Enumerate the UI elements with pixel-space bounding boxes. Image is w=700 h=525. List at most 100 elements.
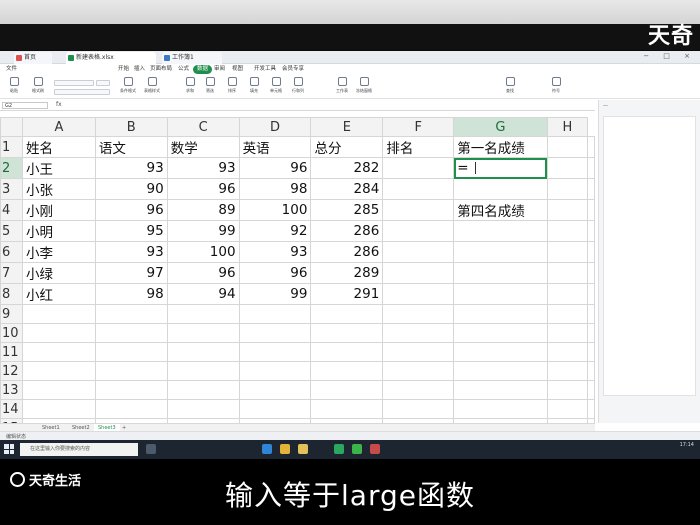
cell-H8[interactable] xyxy=(546,283,589,305)
cell-overflow[interactable] xyxy=(587,304,595,324)
cell-A4[interactable]: 小刚 xyxy=(21,199,96,221)
cell-G3[interactable] xyxy=(453,178,548,200)
rows-cols-button[interactable]: 行和列 xyxy=(288,77,308,97)
column-header[interactable]: A xyxy=(21,117,96,137)
cell-overflow[interactable] xyxy=(587,199,595,221)
cell-B7[interactable]: 97 xyxy=(94,262,168,284)
cell-C7[interactable]: 96 xyxy=(166,262,240,284)
cell-overflow[interactable] xyxy=(587,399,595,419)
cell-E10[interactable] xyxy=(310,323,384,343)
cell-D1[interactable]: 英语 xyxy=(238,136,312,158)
cell-G12[interactable] xyxy=(453,361,548,381)
column-header[interactable]: E xyxy=(310,117,384,137)
cell-overflow[interactable] xyxy=(587,342,595,362)
cell-A8[interactable]: 小红 xyxy=(21,283,96,305)
row-header[interactable]: 6 xyxy=(0,241,23,263)
cell-A10[interactable] xyxy=(21,323,96,343)
menu-formula[interactable]: 公式 xyxy=(178,64,189,75)
cell-F13[interactable] xyxy=(382,380,455,400)
sum-button[interactable]: 求和 xyxy=(180,77,200,97)
cell-A9[interactable] xyxy=(21,304,96,324)
sort-button[interactable]: 排序 xyxy=(222,77,242,97)
row-header[interactable]: 3 xyxy=(0,178,23,200)
menu-file[interactable]: 文件 xyxy=(6,64,17,75)
cell-overflow[interactable] xyxy=(587,241,595,263)
row-header[interactable]: 2 xyxy=(0,157,23,179)
cell-G2[interactable]: = xyxy=(453,157,548,179)
worksheet-grid[interactable]: A B C D E F G H 1 姓名 语文 数学 英语 总分 排名 第一名成绩 2 小王 93 9… xyxy=(0,117,595,423)
menu-page-layout[interactable]: 页面布局 xyxy=(150,64,172,75)
fx-icon[interactable]: fx xyxy=(56,101,62,108)
cell-F3[interactable] xyxy=(382,178,455,200)
cell-B4[interactable]: 96 xyxy=(94,199,168,221)
cell-F8[interactable] xyxy=(382,283,455,305)
column-header-selected[interactable]: G xyxy=(453,117,548,137)
task-view-icon[interactable] xyxy=(146,444,156,454)
cell-overflow[interactable] xyxy=(587,361,595,381)
cell-button[interactable]: 单元格 xyxy=(266,77,286,97)
cell-F2[interactable] xyxy=(382,157,455,179)
cell-E7[interactable]: 289 xyxy=(310,262,384,284)
cell-overflow[interactable] xyxy=(587,220,595,242)
row-header[interactable]: 4 xyxy=(0,199,23,221)
taskbar-search-input[interactable]: 在这里输入你要搜索的内容 xyxy=(20,443,138,456)
cell-G7[interactable] xyxy=(453,262,548,284)
cell-A7[interactable]: 小绿 xyxy=(21,262,96,284)
cell-A6[interactable]: 小李 xyxy=(21,241,96,263)
cell-F12[interactable] xyxy=(382,361,455,381)
format-painter-button[interactable]: 格式刷 xyxy=(28,77,48,97)
cell-F4[interactable] xyxy=(382,199,455,221)
edge-icon[interactable] xyxy=(262,444,272,454)
cell-B1[interactable]: 语文 xyxy=(94,136,168,158)
cell-G10[interactable] xyxy=(453,323,548,343)
row-header[interactable]: 9 xyxy=(0,304,23,324)
cell-H12[interactable] xyxy=(546,361,589,381)
cell-D4[interactable]: 100 xyxy=(238,199,312,221)
cell-D6[interactable]: 93 xyxy=(238,241,312,263)
cell-G11[interactable] xyxy=(453,342,548,362)
cell-overflow[interactable] xyxy=(587,136,595,158)
cell-E12[interactable] xyxy=(310,361,384,381)
cell-B3[interactable]: 90 xyxy=(94,178,168,200)
cell-H10[interactable] xyxy=(546,323,589,343)
windows-start-icon[interactable] xyxy=(4,444,14,454)
cell-E2[interactable]: 282 xyxy=(310,157,384,179)
cell-D10[interactable] xyxy=(238,323,312,343)
tab-spreadsheet[interactable]: 新建表格.xlsx xyxy=(66,52,156,64)
cell-E3[interactable]: 284 xyxy=(310,178,384,200)
menu-data[interactable]: 数据 xyxy=(193,65,213,74)
table-style-button[interactable]: 表格样式 xyxy=(142,77,162,97)
cell-G14[interactable] xyxy=(453,399,548,419)
tab-workbook[interactable]: 工作簿1 xyxy=(162,52,222,64)
cell-A14[interactable] xyxy=(21,399,96,419)
row-header[interactable]: 7 xyxy=(0,262,23,284)
cell-H6[interactable] xyxy=(546,241,589,263)
cell-F1[interactable]: 排名 xyxy=(382,136,455,158)
cell-C11[interactable] xyxy=(166,342,240,362)
cell-E5[interactable]: 286 xyxy=(310,220,384,242)
cell-B5[interactable]: 95 xyxy=(94,220,168,242)
cell-B11[interactable] xyxy=(94,342,168,362)
column-header[interactable]: D xyxy=(238,117,312,137)
row-header[interactable]: 11 xyxy=(0,342,23,362)
cell-A11[interactable] xyxy=(21,342,96,362)
cell-D9[interactable] xyxy=(238,304,312,324)
cell-H14[interactable] xyxy=(546,399,589,419)
cell-overflow[interactable] xyxy=(587,283,595,305)
cell-overflow[interactable] xyxy=(587,380,595,400)
cell-C5[interactable]: 99 xyxy=(166,220,240,242)
font-select[interactable] xyxy=(54,80,94,86)
cell-A3[interactable]: 小张 xyxy=(21,178,96,200)
cell-G1[interactable]: 第一名成绩 xyxy=(453,136,548,158)
cell-G4[interactable]: 第四名成绩 xyxy=(453,199,548,221)
cell-G8[interactable] xyxy=(453,283,548,305)
cell-H11[interactable] xyxy=(546,342,589,362)
cell-H3[interactable] xyxy=(546,178,589,200)
cell-D13[interactable] xyxy=(238,380,312,400)
menu-insert[interactable]: 插入 xyxy=(134,64,145,75)
row-header[interactable]: 14 xyxy=(0,399,23,419)
cell-B12[interactable] xyxy=(94,361,168,381)
cell-overflow[interactable] xyxy=(587,323,595,343)
cell-F10[interactable] xyxy=(382,323,455,343)
paste-button[interactable]: 粘贴 xyxy=(4,77,24,97)
